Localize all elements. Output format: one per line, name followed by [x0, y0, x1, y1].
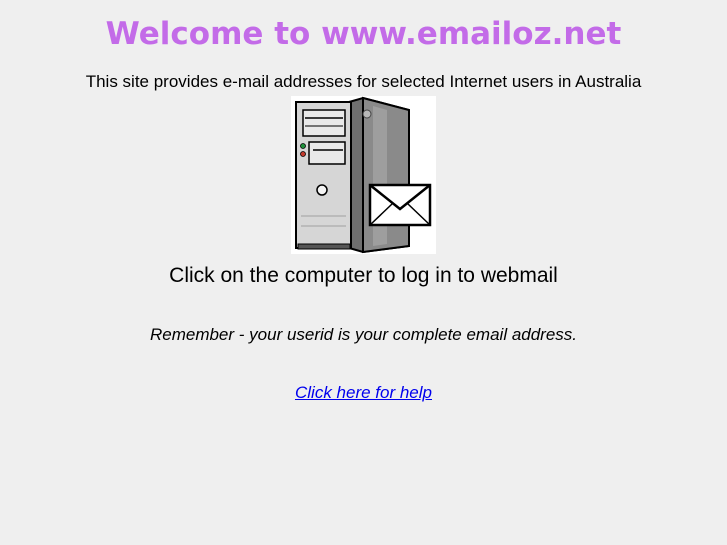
site-description: This site provides e-mail addresses for … — [85, 72, 642, 91]
help-link[interactable]: Click here for help — [295, 383, 432, 402]
help-container: Click here for help — [0, 382, 727, 404]
webmail-login-link[interactable] — [291, 96, 436, 254]
computer-tower-with-envelope-icon — [295, 96, 432, 254]
login-instructions: Click on the computer to log in to webma… — [169, 264, 558, 287]
userid-reminder: Remember - your userid is your complete … — [149, 325, 578, 344]
page-title: Welcome to www.emailoz.net — [105, 16, 622, 52]
